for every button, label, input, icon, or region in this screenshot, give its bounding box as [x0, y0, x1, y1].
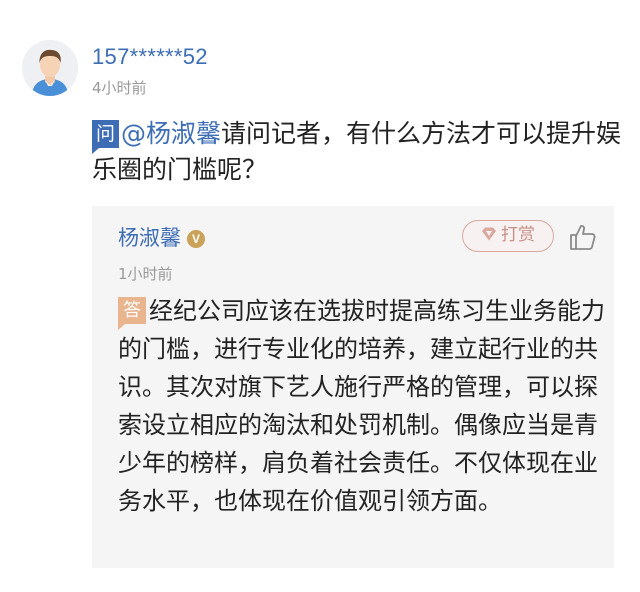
answer-timestamp: 1小时前 [118, 265, 173, 283]
answer-card: 杨淑馨 V 打赏 1小时前 答经纪公司应该在选拔时提高练习生业务能力的门槛，进行专… [92, 206, 614, 568]
user-avatar-icon[interactable] [22, 40, 78, 96]
answer-text-block: 答经纪公司应该在选拔时提高练习生业务能力的门槛，进行专业化的培养，建立起行业的共… [118, 292, 606, 520]
answer-author-name[interactable]: 杨淑馨 [118, 226, 181, 250]
tip-label: 打赏 [501, 225, 535, 245]
answer-text: 经纪公司应该在选拔时提高练习生业务能力的门槛，进行专业化的培养，建立起行业的共识… [118, 297, 605, 515]
thumbs-up-icon[interactable] [568, 222, 598, 252]
tip-button[interactable]: 打赏 [462, 220, 554, 252]
verified-badge-icon: V [187, 230, 205, 248]
answer-author[interactable]: 杨淑馨 V [118, 222, 205, 252]
mention-link[interactable]: @杨淑馨 [121, 119, 221, 148]
post-timestamp: 4小时前 [92, 79, 147, 97]
answer-badge: 答 [118, 297, 146, 330]
gem-icon [482, 227, 496, 241]
question-badge: 问 [92, 120, 120, 154]
question-text-block: 问 @杨淑馨请问记者，有什么方法才可以提升娱乐圈的门槛呢？ [92, 116, 622, 188]
username[interactable]: 157******52 [92, 44, 208, 70]
